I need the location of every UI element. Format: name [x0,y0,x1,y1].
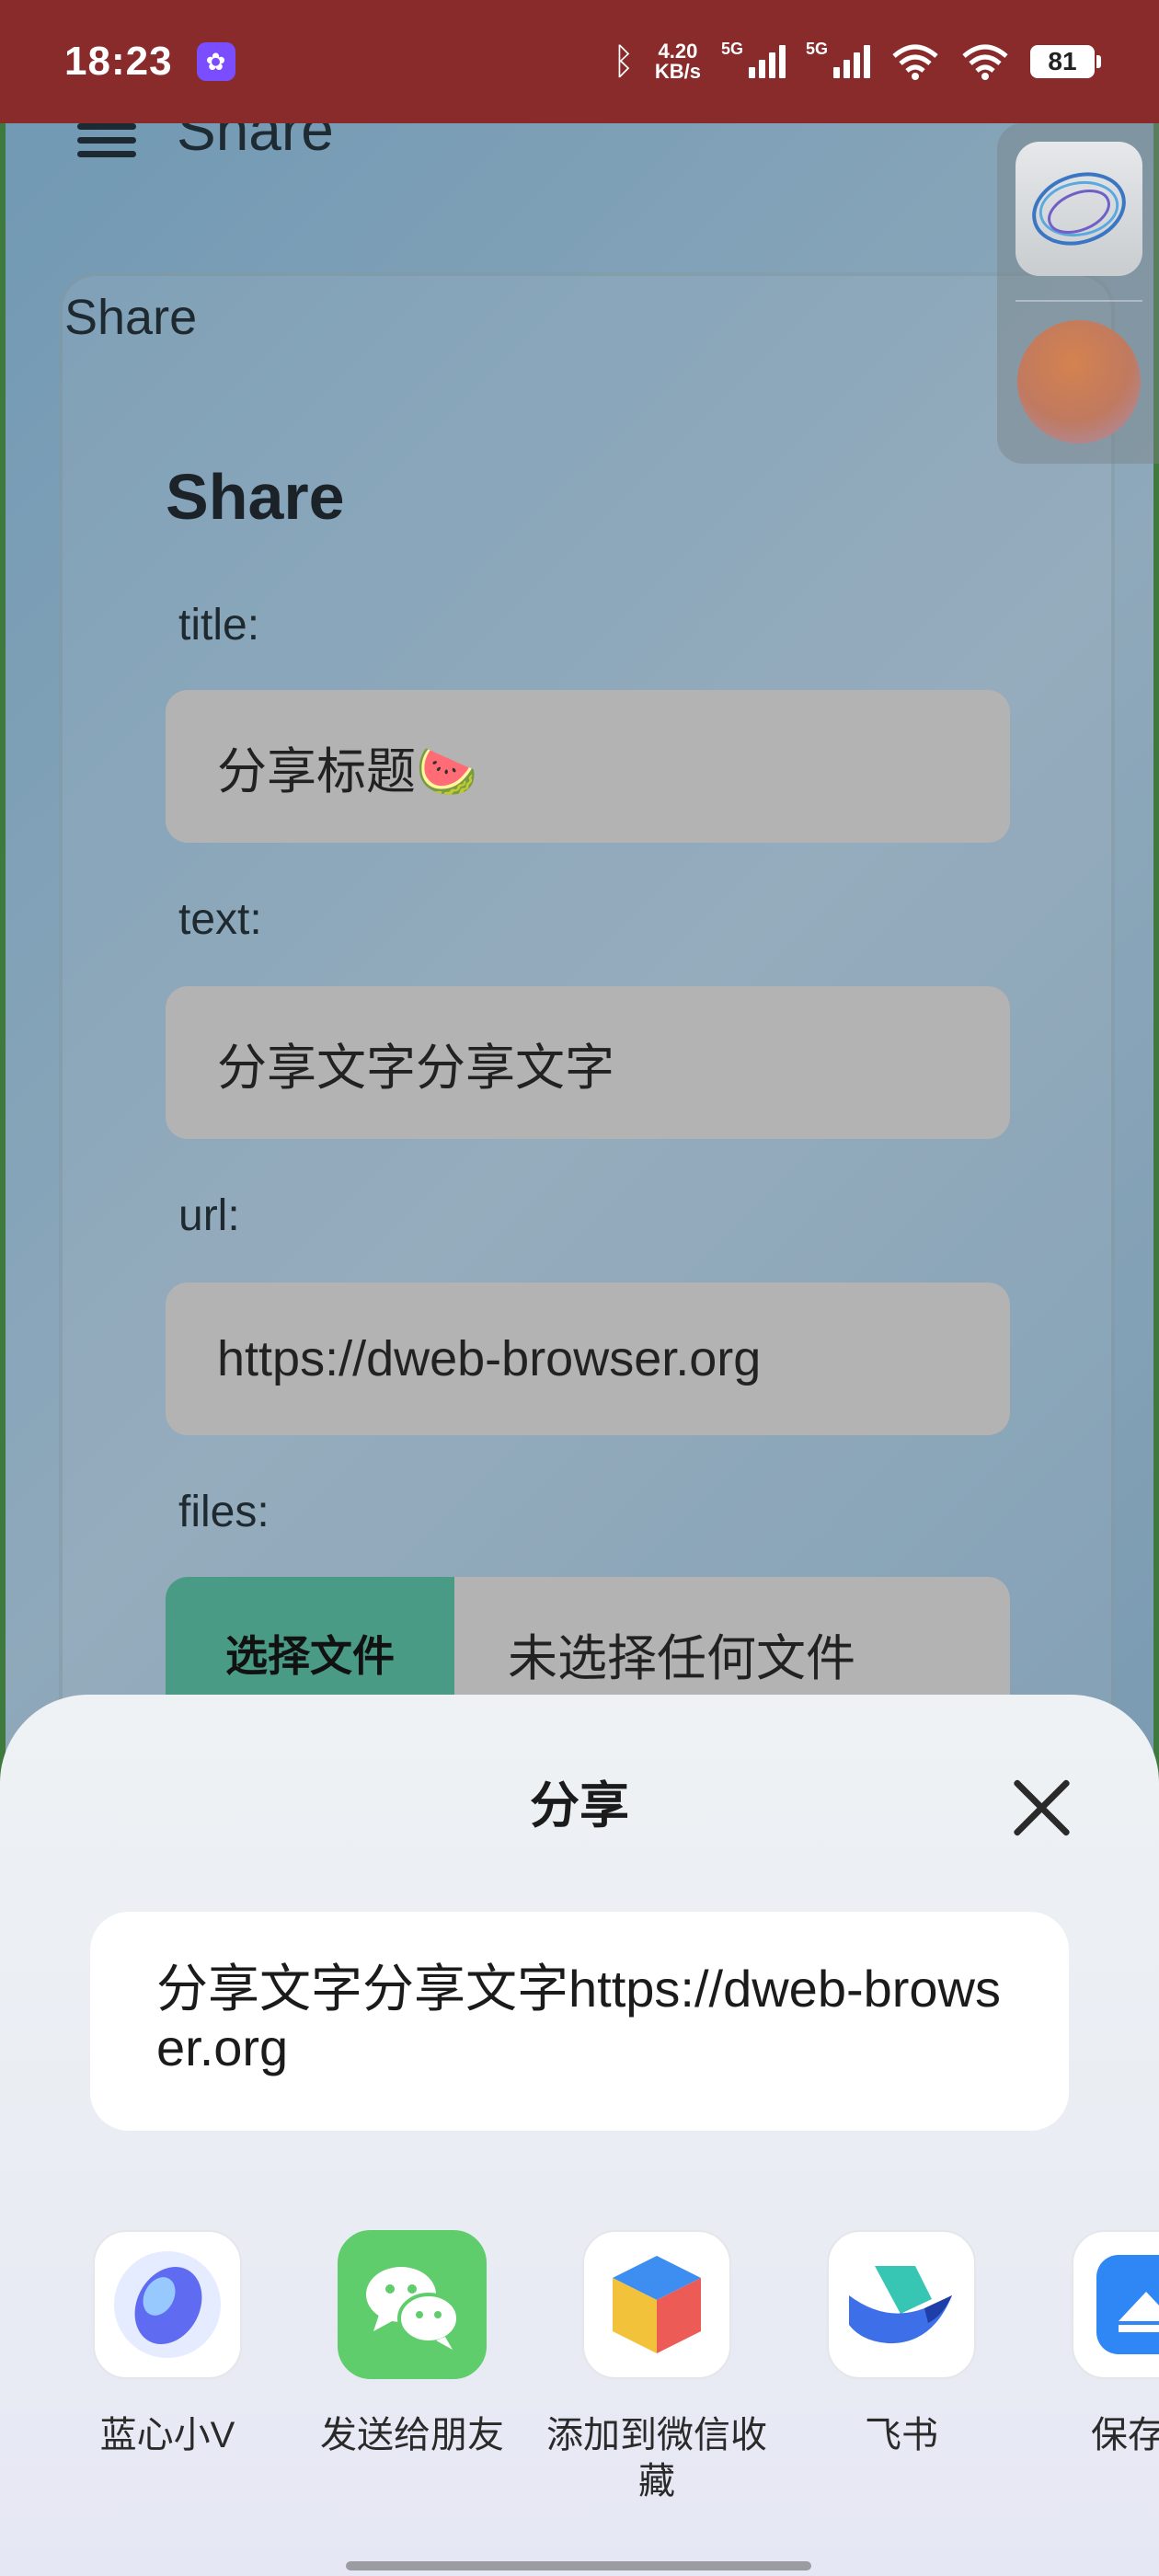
share-target-label: 添加到微信收藏 [546,2415,767,2501]
form-heading: Share [166,461,345,533]
sim1-network-tag: 5G [721,40,744,58]
lanxin-icon [93,2230,242,2379]
share-sheet-title: 分享 [530,1778,629,1834]
wifi-plus-icon [892,44,938,80]
app-title: Share [177,123,334,160]
share-target-label: 发送给朋友 [320,2415,504,2455]
share-target-wechat[interactable]: 发送给朋友 [302,2230,522,2458]
home-indicator[interactable] [346,2561,811,2570]
share-target-label: 蓝心小V [99,2415,235,2455]
card-label: Share [64,290,198,345]
share-targets: 蓝心小V 发送给朋友 添加到微信收藏 飞书 保存 [0,2230,1159,2524]
wifi-icon [962,44,1008,80]
title-label: title: [178,601,260,650]
close-icon[interactable] [1010,1776,1074,1840]
title-input[interactable]: 分享标题🍉 [166,690,1010,843]
save-as-icon [1072,2230,1159,2379]
wechat-icon [338,2230,487,2379]
floating-capsule[interactable] [997,123,1159,464]
share-target-label: 保存为 [1091,2415,1159,2455]
status-time: 18:23 [64,39,173,84]
bluetooth-icon: ᛒ [612,40,635,82]
text-label: text: [178,895,262,944]
signal-sim1-icon: 5G [721,40,786,78]
network-speed-value: 4.20 [658,40,698,63]
sim2-network-tag: 5G [806,40,829,58]
url-label: url: [178,1191,240,1240]
dweb-logo-icon[interactable] [1016,142,1142,276]
files-label: files: [178,1488,270,1536]
feishu-icon [827,2230,976,2379]
network-speed: 4.20 KB/s [655,41,701,82]
status-bar: 18:23 ✿ ᛒ 4.20 KB/s 5G 5G 81 [0,0,1159,123]
app-notification-icon: ✿ [196,42,235,81]
share-target-lanxin[interactable]: 蓝心小V [57,2230,278,2458]
menu-icon[interactable] [77,123,136,157]
share-target-wechat-favorites[interactable]: 添加到微信收藏 [546,2230,767,2504]
app-header: Share [77,123,334,160]
signal-sim2-icon: 5G [806,40,870,78]
share-card: Share Share title: 分享标题🍉 text: 分享文字分享文字 … [59,272,1115,1910]
avatar[interactable] [1017,320,1141,443]
network-speed-unit: KB/s [654,60,701,83]
share-target-save-as[interactable]: 保存为 [1036,2230,1159,2458]
share-target-feishu[interactable]: 飞书 [791,2230,1012,2458]
wechat-favorites-icon [582,2230,731,2379]
share-preview-text: 分享文字分享文字https://dweb-browser.org [90,1912,1069,2131]
battery-icon: 81 [1030,45,1101,78]
text-input[interactable]: 分享文字分享文字 [166,986,1010,1139]
url-input[interactable]: https://dweb-browser.org [166,1282,1010,1435]
share-target-label: 飞书 [865,2415,938,2455]
status-indicators: ᛒ 4.20 KB/s 5G 5G 81 [612,40,1101,83]
share-sheet: 分享 分享文字分享文字https://dweb-browser.org 蓝心小V [0,1695,1159,2576]
